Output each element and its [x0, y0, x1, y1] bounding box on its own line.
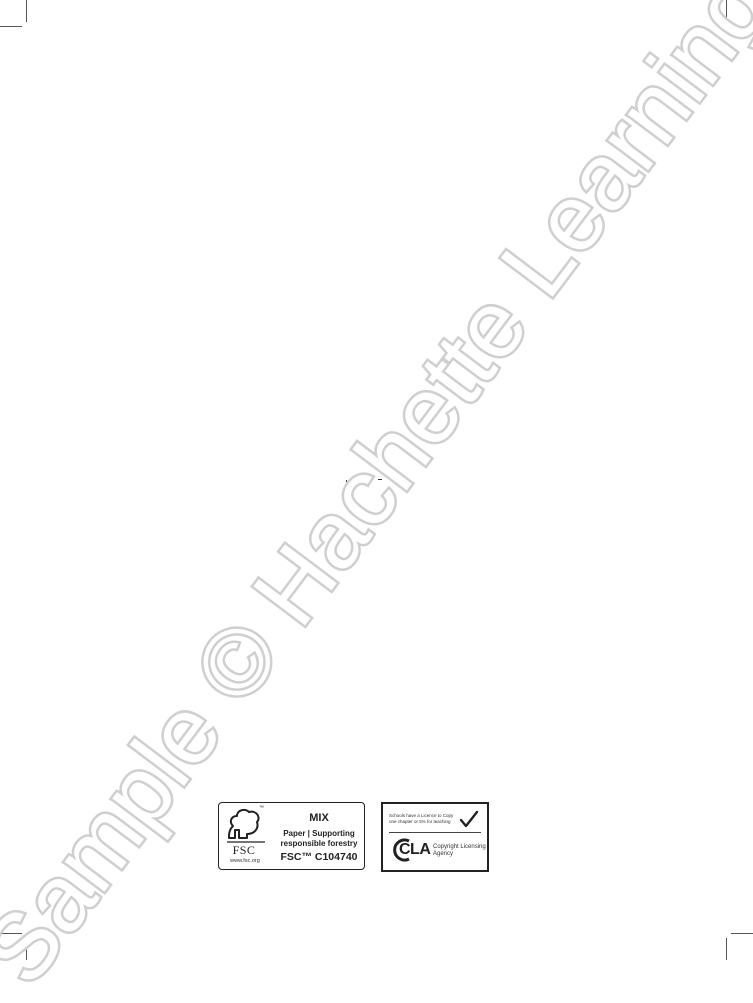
crop-mark-top-left — [0, 26, 22, 27]
crop-mark-bottom-right — [731, 933, 753, 934]
fsc-brand: FSC — [232, 843, 256, 857]
fsc-url: www.fsc.org — [230, 858, 260, 864]
cla-notice: Schools have a Licence to Copy one chapt… — [389, 813, 454, 824]
fsc-description: Paper | Supporting responsible forestry — [280, 829, 358, 848]
cla-logo: Schools have a Licence to Copy one chapt… — [381, 802, 489, 872]
checkmark-icon — [459, 810, 479, 828]
crop-mark-bottom-right — [726, 938, 727, 960]
cla-agency-name: Copyright Licensing Agency — [433, 844, 486, 857]
fsc-trademark: ™ — [259, 805, 264, 811]
sample-watermark: Sample © Hachette Learning — [0, 0, 753, 1003]
fsc-label-type: MIX — [309, 812, 329, 824]
tree-icon — [227, 808, 265, 843]
divider — [389, 832, 481, 833]
fsc-logo: ™ FSC www.fsc.org MIX Paper | Supporting… — [218, 802, 365, 870]
crop-mark-top-left — [26, 0, 27, 22]
cla-brand: CLA — [399, 841, 431, 858]
fsc-license-code: FSC™ C104740 — [280, 851, 358, 863]
